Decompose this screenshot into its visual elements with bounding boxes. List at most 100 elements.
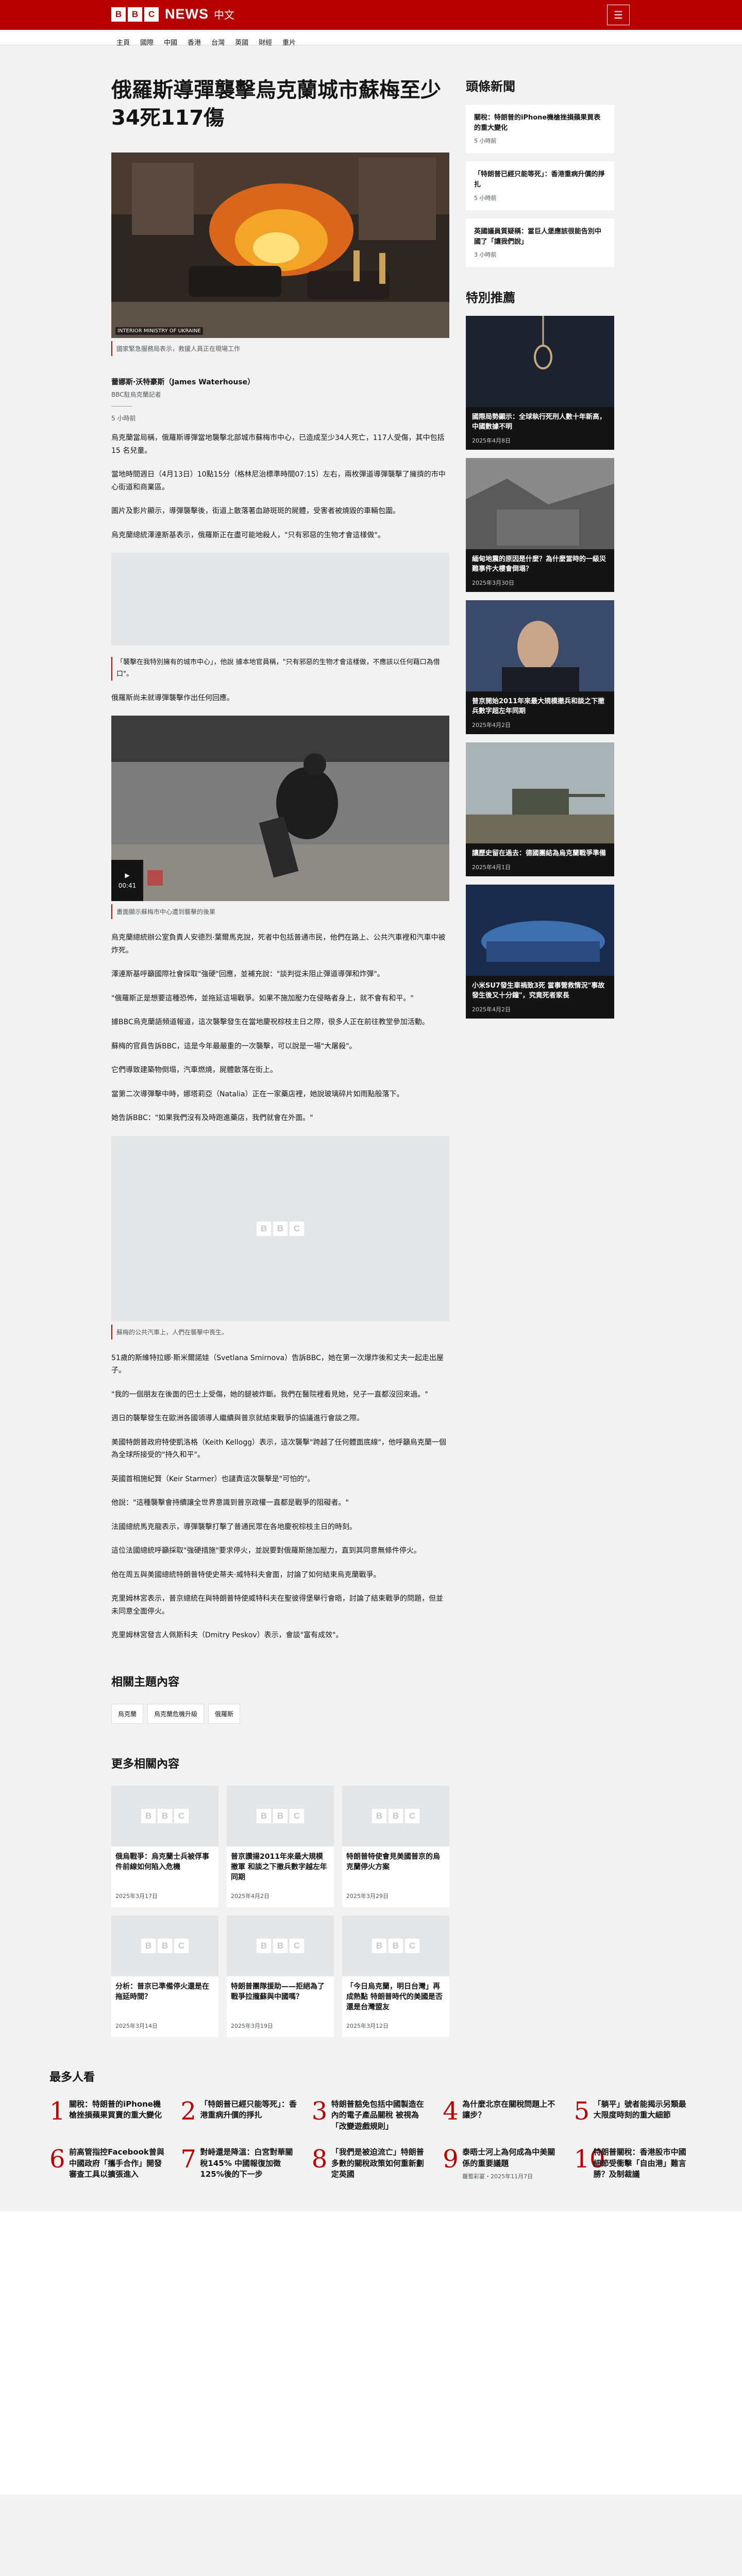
- article-paragraph: 克里姆林宮發言人佩斯科夫（Dmitry Peskov）表示，會談"富有成效"。: [111, 1631, 343, 1639]
- hero-credit: INTERIOR MINISTRY OF UKRAINE: [115, 327, 203, 335]
- featured-title: 國際局勢顯示：全球執行死刑人數十年新高，中國數據不明: [472, 413, 606, 431]
- featured-heading: 特別推薦: [466, 290, 515, 305]
- most-read-item[interactable]: 1 關稅：特朗普的iPhone機槍挫損蘋果買賣的重大變化: [49, 2096, 168, 2132]
- most-read-item[interactable]: 10 特朗普關稅：香港股市中國細節受衝擊「自由港」難言勝？及制裁議: [574, 2147, 693, 2181]
- featured-card[interactable]: 國際局勢顯示：全球執行死刑人數十年新高，中國數據不明 2025年4月8日: [466, 315, 614, 450]
- most-read-title: 關稅：特朗普的iPhone機槍挫損蘋果買賣的重大變化: [69, 2099, 162, 2120]
- featured-card[interactable]: 緬甸地震的原因是什麼？為什麼當時的一級災難事件大樓會倒塌？ 2025年3月30日: [466, 457, 614, 592]
- rank-number: 1: [49, 2096, 65, 2126]
- most-read-item[interactable]: 7 對峙還是降溫：白宮對華關稅145% 中國報復加徵125%後的下一步: [180, 2147, 299, 2181]
- most-read-title: 特朗普豁免包括中國製造在內的電子產品關稅 被視為「改變遊戲規則」: [331, 2099, 424, 2131]
- featured-caption: 國際局勢顯示：全球執行死刑人數十年新高，中國數據不明 2025年4月8日: [466, 406, 614, 450]
- card-title: 特朗普團隊援助——拒絕為了戰爭拉攏蘇與中國嗎？: [231, 1982, 325, 2001]
- rank-number: 3: [311, 2096, 328, 2126]
- article-paragraph: 法國總統馬克龍表示，導彈襲擊打擊了普通民眾在各地慶祝棕枝主日的時刻。: [111, 1522, 357, 1531]
- top-story-date: 5 小時前: [474, 194, 497, 201]
- top-story[interactable]: 「特朗普已經只能等死」：香港重病升價的掙扎 5 小時前: [466, 161, 614, 210]
- most-read-date: 蘿蔔彩宴・2025年11月7日: [462, 2173, 533, 2180]
- card-title: 「今日烏克蘭，明日台灣」再成熱點 特朗普時代的美國是否還是台灣盟友: [346, 1982, 443, 2012]
- most-read-item[interactable]: 5 「躺平」號者能揭示另類最大限度時刻的重大細節: [574, 2098, 693, 2132]
- nav-item[interactable]: 台灣: [206, 37, 230, 47]
- nav-item[interactable]: 英國: [230, 37, 254, 47]
- featured-card[interactable]: 讓歷史留在過去：德國團結為烏克蘭戰爭準備 2025年4月1日: [466, 742, 614, 876]
- card-date: 2025年4月2日: [231, 1892, 269, 1900]
- article-paragraph: 烏克蘭當局稱，俄羅斯導彈當地襲擊北部城市蘇梅市中心，已造成至少34人死亡，117…: [111, 434, 445, 455]
- topic-tag[interactable]: 烏克蘭危機升級: [147, 1703, 205, 1724]
- rank-number: 6: [49, 2144, 65, 2174]
- card-date: 2025年3月29日: [346, 1892, 389, 1900]
- rank-number: 4: [443, 2096, 459, 2126]
- menu-button[interactable]: ☰: [607, 5, 630, 25]
- rank-number: 7: [180, 2144, 196, 2174]
- social-embed[interactable]: [111, 553, 449, 646]
- nav-item[interactable]: 主頁: [111, 37, 135, 47]
- sidebar: 頭條新聞 關稅：特朗普的iPhone機槍挫損蘋果買表的重大變化 5 小時前 「特朗…: [466, 76, 614, 2037]
- top-story[interactable]: 關稅：特朗普的iPhone機槍挫損蘋果買表的重大變化 5 小時前: [466, 105, 614, 154]
- hero-image: INTERIOR MINISTRY OF UKRAINE: [111, 152, 449, 338]
- story-card[interactable]: B B C 特朗普特使會見美國普京的烏克蘭停火方案 2025年3月29日: [342, 1785, 449, 1907]
- article-paragraph: 當地時間週日（4月13日）10點15分（格林尼治標準時間07:15）左右，兩枚彈…: [111, 470, 446, 492]
- hero-caption: 國家緊急服務局表示，救援人員正在現場工作: [111, 341, 449, 356]
- nav-item[interactable]: 國際: [135, 37, 159, 47]
- featured-date: 2025年3月30日: [472, 579, 514, 586]
- image-placeholder: BBC: [111, 1136, 449, 1321]
- rank-number: 2: [180, 2096, 196, 2126]
- card-date: 2025年3月14日: [115, 2022, 158, 2029]
- play-button[interactable]: ▶ 00:41: [111, 860, 143, 901]
- logo-letter: B: [111, 7, 126, 22]
- bbc-news-logo[interactable]: B B C NEWS 中文: [111, 6, 234, 22]
- most-read-title: 泰晤士河上為何成為中美關係的重要議題: [462, 2147, 555, 2168]
- story-card[interactable]: B B C 普京讚揚2011年來最大規模撤軍 和談之下撤兵數字越左年同期 2025年4月…: [227, 1785, 334, 1907]
- byline: 蕾娜斯·沃特豪斯（James Waterhouse） BBC駐烏克蘭記者: [111, 377, 449, 406]
- card-image: BBC: [111, 1785, 218, 1846]
- video-player[interactable]: ▶ 00:41: [111, 716, 449, 901]
- related-topics-heading: 相關主題內容: [111, 1675, 180, 1689]
- article-paragraph: 這位法國總統呼籲採取"強硬措施"要求停火，並說要對俄羅斯施加壓力，直到其同意無條…: [111, 1547, 421, 1555]
- top-story-title: 英國議員質疑稱：當巨人堡應該很能告別中國了「讓我們說」: [474, 227, 602, 246]
- card-title: 普京讚揚2011年來最大規模撤軍 和談之下撤兵數字越左年同期: [231, 1852, 327, 1882]
- most-read-item[interactable]: 8 「我們是被迫流亡」特朗普多數的關稅政策如何重新劃定英國: [312, 2147, 430, 2181]
- top-story[interactable]: 英國議員質疑稱：當巨人堡應該很能告別中國了「讓我們說」 3 小時前: [466, 218, 614, 267]
- nav-item[interactable]: 中國: [159, 37, 182, 47]
- author-name: 蕾娜斯·沃特豪斯（James Waterhouse）: [111, 378, 255, 386]
- most-read-item[interactable]: 4 為什麼北京在關稅問題上不讓步？: [443, 2096, 561, 2132]
- most-read-item[interactable]: 2 「特朗普已經只能等死」：香港重病升價的掙扎: [180, 2096, 299, 2132]
- article-paragraph: 俄羅斯尚未就導彈襲擊作出任何回應。: [111, 693, 234, 702]
- nav-item[interactable]: 財經: [254, 37, 277, 47]
- most-read-title: 對峙還是降溫：白宮對華關稅145% 中國報復加徵125%後的下一步: [200, 2147, 293, 2179]
- article-paragraph: 他說："這種襲擊會持續讓全世界意識到普京政權一直都是戰爭的阻礙者。": [111, 1499, 349, 1507]
- most-read-item[interactable]: 6 前高管指控Facebook曾與中國政府「攜手合作」開發審查工具以擴張進入: [49, 2147, 168, 2181]
- nav-item[interactable]: 重片: [277, 37, 301, 47]
- more-content-grid: B B C 俄烏戰爭：烏克蘭士兵被俘事件前線如何陷入危機 2025年3月17日 BBC 普…: [111, 1785, 449, 2037]
- featured-title: 普京開始2011年來最大規模撤兵和談之下撤兵數字超左年同期: [472, 697, 605, 716]
- story-card[interactable]: B B C 分析：普京已準備停火還是在拖延時間？ 2025年3月14日: [111, 1915, 218, 2037]
- featured-card[interactable]: 小米SU7發生車禍致3死 當事營救情況"事故發生後又十分鐘"，究竟死者家長 202…: [466, 884, 614, 1019]
- featured-title: 讓歷史留在過去：德國團結為烏克蘭戰爭準備: [472, 850, 606, 858]
- nav-bar: 主頁 國際 中國 香港 台灣 英國 財經 重片: [0, 30, 742, 47]
- topic-tag[interactable]: 俄羅斯: [208, 1703, 241, 1724]
- story-card[interactable]: B B C 「今日烏克蘭，明日台灣」再成熱點 特朗普時代的美國是否還是台灣盟友 2025…: [342, 1915, 449, 2037]
- most-read-item[interactable]: 9 泰晤士河上為何成為中美關係的重要議題 蘿蔔彩宴・2025年11月7日: [443, 2147, 561, 2181]
- top-story-title: 關稅：特朗普的iPhone機槍挫損蘋果買表的重大變化: [474, 114, 601, 132]
- video-duration: 00:41: [118, 882, 137, 889]
- logo-letter: C: [144, 7, 159, 22]
- featured-caption: 讓歷史留在過去：德國團結為烏克蘭戰爭準備 2025年4月1日: [466, 843, 614, 876]
- story-card[interactable]: B B C 特朗普團隊援助——拒絕為了戰爭拉攏蘇與中國嗎？ 2025年3月19日: [227, 1915, 334, 2037]
- logo-chinese-text: 中文: [214, 9, 234, 21]
- most-read-heading: 最多人看: [49, 2071, 95, 2084]
- article: 俄羅斯導彈襲擊烏克蘭城市蘇梅至少34死117傷 INTERIOR MINISTR…: [111, 76, 449, 2037]
- nav-item[interactable]: 香港: [182, 37, 206, 47]
- most-read-item[interactable]: 3 特朗普豁免包括中國製造在內的電子產品關稅 被視為「改變遊戲規則」: [311, 2096, 430, 2132]
- card-image: BBC: [111, 1915, 218, 1976]
- article-paragraph: 她告訴BBC："如果我們沒有及時跑進藥店，我們就會在外面。": [111, 1114, 313, 1122]
- topic-tag[interactable]: 烏克蘭: [111, 1703, 144, 1724]
- article-paragraph: 他在周五與美國總統特朗普特使史蒂夫·威特科夫會面，討論了如何結束烏克蘭戰爭。: [111, 1570, 381, 1579]
- most-read-title: 「我們是被迫流亡」特朗普多數的關稅政策如何重新劃定英國: [331, 2147, 424, 2179]
- article-paragraph: "我的一個朋友在後面的巴士上受傷，她的腿被炸斷。我們在醫院裡看見她，兒子一直都沒…: [111, 1390, 428, 1399]
- article-paragraph: 克里姆林宮表示，普京總統在與特朗普特使威特科夫在聖彼得堡舉行會晤，討論了結束戰爭…: [111, 1595, 443, 1616]
- author-role: BBC駐烏克蘭記者: [111, 391, 161, 398]
- top-stories-heading: 頭條新聞: [466, 79, 515, 94]
- story-card[interactable]: B B C 俄烏戰爭：烏克蘭士兵被俘事件前線如何陷入危機 2025年3月17日: [111, 1785, 218, 1907]
- featured-card[interactable]: 普京開始2011年來最大規模撤兵和談之下撤兵數字超左年同期 2025年4月2日: [466, 600, 614, 734]
- rank-number: 10: [574, 2144, 605, 2174]
